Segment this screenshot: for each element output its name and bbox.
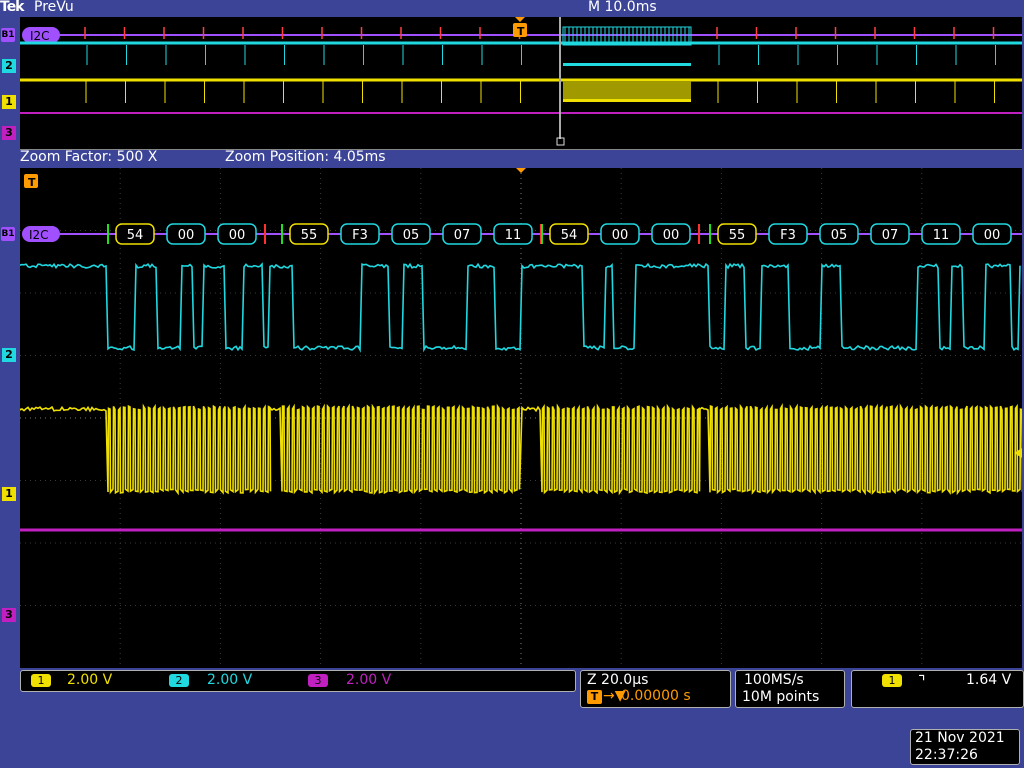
zoom-scale: Z 20.0µs [587,672,648,688]
datetime-panel: 21 Nov 2021 22:37:26 [910,729,1020,765]
ch2-marker-overview[interactable]: 2 [2,59,16,73]
zoom-position[interactable]: Zoom Position: 4.05ms [225,149,386,165]
ch1-scale[interactable]: 2.00 V [67,672,112,688]
bus-label-main-text: I2C [29,228,49,242]
bus-byte-label: 11 [933,228,950,243]
bus-label-overview-text: I2C [30,29,50,43]
zoom-factor[interactable]: Zoom Factor: 500 X [20,149,157,165]
bus-byte-label: 54 [127,228,144,243]
bus-byte-label: 05 [831,228,848,243]
trigger-level: 1.64 V [966,672,1011,688]
zoom-waveform-display[interactable]: T I2C 54 00 00 55 F3 05 07 11 54 00 00 55 F3 05 07 11 00… [20,168,1022,668]
main-timebase[interactable]: M 10.0ms [588,0,657,15]
ch3-tag[interactable]: 3 [308,674,328,687]
bus-byte-label: 54 [561,228,578,243]
ch1-marker-overview[interactable]: 1 [2,95,16,109]
svg-text:T: T [28,176,36,189]
bus-byte-label: 00 [663,228,680,243]
bus-byte-label: 05 [403,228,420,243]
zoom-waveform-svg: T I2C 54 00 00 55 F3 05 07 11 54 00 00 55 F3 05 07 11 00… [20,168,1022,668]
bus-byte-label: 07 [454,228,471,243]
ch1-tag[interactable]: 1 [31,674,51,687]
bus-byte-label: 07 [882,228,899,243]
top-bar: Tek PreVu M 10.0ms [0,0,1024,17]
bus-byte-label: 55 [729,228,746,243]
bus-byte-label: 00 [984,228,1001,243]
overview-svg: I2C T [20,17,1022,149]
bus-marker-overview[interactable]: B1 [1,28,15,42]
trigger-panel[interactable]: 1 ⌝ 1.64 V [851,670,1024,708]
overview-waveform[interactable]: I2C T [20,17,1022,150]
falling-edge-icon: ⌝ [918,672,926,691]
acquisition-panel[interactable]: 100MS/s 10M points [735,670,845,708]
time: 22:37:26 [915,747,1019,764]
ch2-marker-main[interactable]: 2 [2,348,16,362]
date: 21 Nov 2021 [915,730,1019,747]
ch3-scale[interactable]: 2.00 V [346,672,391,688]
zoom-info: Zoom Factor: 500 X Zoom Position: 4.05ms [20,149,1022,167]
bus-marker-main[interactable]: B1 [1,227,15,241]
record-length: 10M points [742,689,819,705]
ch1-marker-main[interactable]: 1 [2,487,16,501]
ch2-tag[interactable]: 2 [169,674,189,687]
trigger-position-icon: T [587,690,602,704]
bus-byte-label: 11 [505,228,522,243]
bus-byte-label: 00 [229,228,246,243]
ch3-marker-overview[interactable]: 3 [2,126,16,140]
channel-scale-panel: 1 2.00 V 2 2.00 V 3 2.00 V [20,670,576,692]
bus-byte-label: 55 [301,228,318,243]
sample-rate: 100MS/s [744,672,804,688]
trigger-position: 0.00000 s [621,688,691,704]
bus-byte-label: 00 [612,228,629,243]
brand-logo: Tek [0,0,24,15]
ch2-scale[interactable]: 2.00 V [207,672,252,688]
acquisition-mode: PreVu [34,0,74,15]
bus-byte-label: 00 [178,228,195,243]
ch3-marker-main[interactable]: 3 [2,608,16,622]
bus-byte-label: F3 [352,228,368,243]
horizontal-panel[interactable]: Z 20.0µs T →▼ 0.00000 s [580,670,731,708]
bus-byte-label: F3 [780,228,796,243]
svg-text:T: T [517,25,525,38]
trigger-source: 1 [882,674,902,687]
